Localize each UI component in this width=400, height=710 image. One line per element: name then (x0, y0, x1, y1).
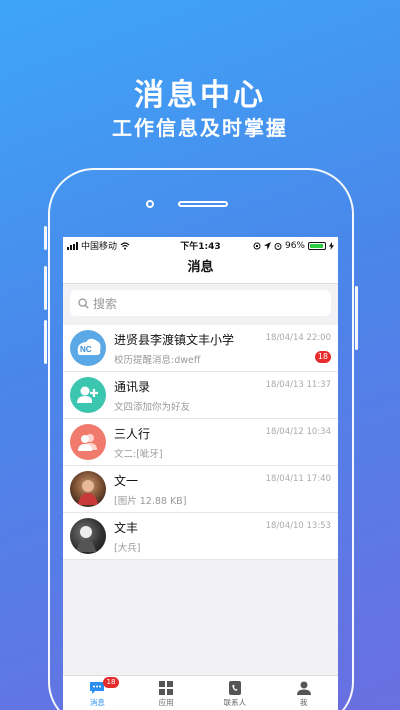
conversation-item-wenfeng[interactable]: 文丰 [大兵] 18/04/10 13:53 (63, 513, 338, 560)
unread-badge: 18 (314, 351, 331, 363)
promo-subtitle: 工作信息及时掌握 (112, 116, 288, 140)
speaker-grille (178, 201, 228, 207)
tab-unread-badge: 18 (103, 677, 119, 688)
tab-label: 联系人 (223, 698, 247, 707)
conversation-item-wenyi[interactable]: 文一 [图片 12.88 KB] 18/04/11 17:40 (63, 466, 338, 513)
signal-icon (67, 241, 78, 250)
school-avatar: NC (70, 330, 106, 366)
tab-bar: 消息 18 应用 联系人 我 (63, 675, 338, 710)
status-bar: 中国移动 下午1:43 96% (63, 237, 338, 254)
conversation-item-contacts[interactable]: 通讯录 文四添加你为好友 18/04/13 11:37 (63, 372, 338, 419)
battery-icon (308, 241, 326, 250)
conversation-time: 18/04/11 17:40 (265, 474, 331, 484)
phone-book-icon (228, 681, 241, 695)
wifi-icon (120, 241, 130, 250)
location-icon (263, 241, 271, 250)
tab-contacts[interactable]: 联系人 (201, 676, 270, 710)
rotation-lock-icon (253, 242, 261, 249)
battery-percent: 96% (284, 240, 305, 251)
conversation-preview: 文四添加你为好友 (114, 401, 191, 413)
conversation-preview: [大兵] (114, 542, 141, 554)
camera-icon (146, 200, 154, 208)
svg-text:NC: NC (80, 345, 92, 354)
conversation-time: 18/04/13 11:37 (265, 380, 331, 390)
tab-label: 消息 (89, 698, 105, 707)
user-photo-avatar (70, 518, 106, 554)
conversation-preview: 校历提醒消息:dweff (114, 354, 201, 366)
tab-me[interactable]: 我 (269, 676, 338, 710)
user-photo-avatar (70, 471, 106, 507)
charging-icon (329, 241, 334, 250)
conversation-preview: 文二:[呲牙] (114, 448, 163, 460)
tab-label: 我 (299, 698, 308, 707)
conversation-time: 18/04/10 13:53 (265, 521, 331, 531)
nav-title: 消息 (63, 254, 338, 284)
person-icon (296, 681, 311, 695)
tab-apps[interactable]: 应用 (132, 676, 201, 710)
app-screen: 中国移动 下午1:43 96% 消息 搜索 NC 进贤县李渡镇文丰小学 校历提醒… (63, 237, 338, 710)
tab-label: 应用 (158, 698, 174, 707)
conversation-time: 18/04/12 10:34 (265, 427, 331, 437)
conversation-time: 18/04/14 22:00 (265, 333, 331, 343)
promo-title: 消息中心 (134, 78, 266, 113)
search-icon (78, 297, 89, 309)
group-avatar-icon (70, 424, 106, 460)
alarm-icon (274, 242, 282, 250)
search-placeholder: 搜索 (93, 296, 118, 311)
search-input[interactable]: 搜索 (70, 290, 331, 316)
tab-messages[interactable]: 消息 18 (63, 676, 132, 710)
add-contact-icon (70, 377, 106, 413)
conversation-item-group[interactable]: 三人行 文二:[呲牙] 18/04/12 10:34 (63, 419, 338, 466)
conversation-preview: [图片 12.88 KB] (114, 495, 187, 507)
conversation-list: NC 进贤县李渡镇文丰小学 校历提醒消息:dweff 18/04/14 22:0… (63, 325, 338, 560)
apps-grid-icon (159, 681, 174, 695)
carrier-name: 中国移动 (81, 242, 118, 252)
conversation-item-school[interactable]: NC 进贤县李渡镇文丰小学 校历提醒消息:dweff 18/04/14 22:0… (63, 325, 338, 372)
